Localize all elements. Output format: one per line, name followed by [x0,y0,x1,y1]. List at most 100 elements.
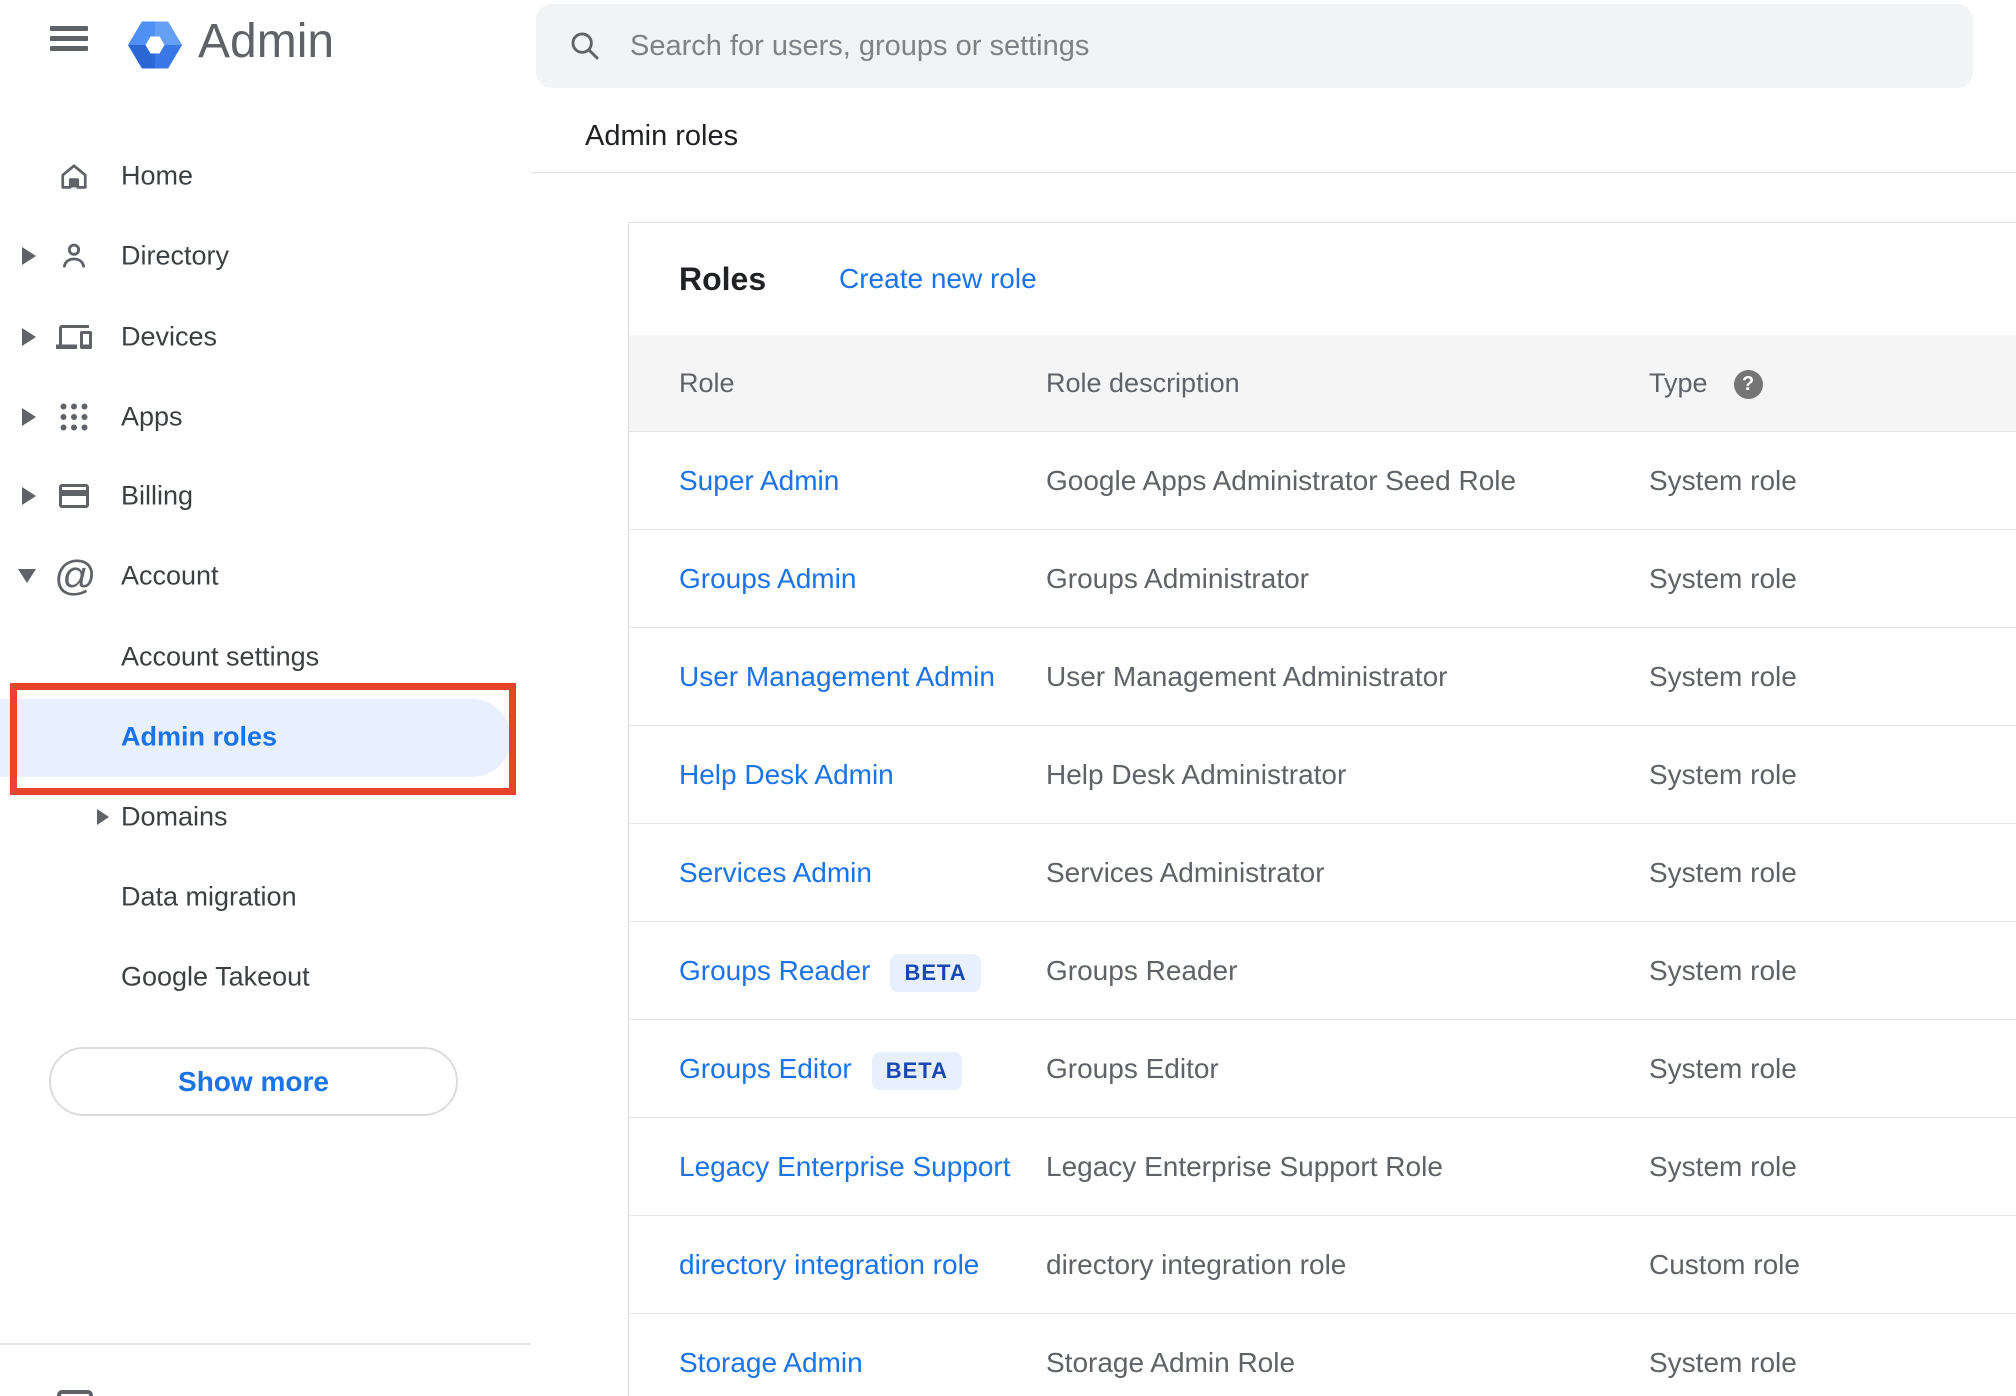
role-description: Groups Reader [1046,955,1238,986]
account-at-icon: @ [54,552,97,599]
sidebar-item-label: Apps [121,401,183,432]
admin-console-page: Admin Home Directory Devices Apps Billin… [0,0,2016,1396]
home-icon [56,158,92,194]
table-row: Groups Editor BETA Groups Editor System r… [629,1020,2016,1118]
admin-logo-icon [128,21,182,69]
table-row: Help Desk Admin Help Desk Administrator … [629,726,2016,824]
sidebar-item-label: Devices [121,321,218,352]
role-description: Google Apps Administrator Seed Role [1046,465,1517,496]
role-link[interactable]: Groups Editor [679,1053,852,1084]
sidebar: Admin Home Directory Devices Apps Billin… [0,0,531,1396]
sidebar-item-domains[interactable]: Domains [0,777,531,857]
role-description: Groups Editor [1046,1053,1219,1084]
roles-card-header: Roles Create new role [629,223,2016,335]
sidebar-item-apps[interactable]: Apps [0,377,531,457]
role-type: System role [1649,1347,1797,1378]
sidebar-item-admin-roles[interactable]: Admin roles [0,697,531,777]
sidebar-item-devices[interactable]: Devices [0,297,531,377]
role-link[interactable]: Legacy Enterprise Support [679,1151,1011,1182]
beta-badge: BETA [890,953,981,992]
role-type: System role [1649,465,1797,496]
apps-grid-icon [56,399,92,435]
role-type: System role [1649,1053,1797,1084]
role-link[interactable]: Help Desk Admin [679,759,894,790]
column-header-role-description: Role description [1046,368,1240,398]
sidebar-item-label: Directory [121,240,230,271]
chevron-right-icon[interactable] [22,408,36,426]
role-description: Legacy Enterprise Support Role [1046,1151,1443,1182]
table-header-row: Role Role description Type? [629,335,2016,432]
billing-card-icon [56,478,92,514]
table-row: User Management Admin User Management Ad… [629,628,2016,726]
help-icon[interactable]: ? [1733,370,1763,400]
role-link[interactable]: directory integration role [679,1249,979,1280]
clipped-sidebar-item-icon [57,1390,93,1396]
breadcrumb: Admin roles [585,120,739,152]
directory-person-icon [56,238,92,274]
role-description: Help Desk Administrator [1046,759,1347,790]
beta-badge: BETA [871,1051,963,1090]
table-row: Groups Admin Groups Administrator System… [629,530,2016,628]
role-link[interactable]: Services Admin [679,857,872,888]
app-title: Admin [198,15,335,68]
hamburger-menu-icon[interactable] [50,26,88,52]
role-description: User Management Administrator [1046,661,1448,692]
role-type: Custom role [1649,1249,1800,1280]
devices-icon [56,319,92,355]
sidebar-item-home[interactable]: Home [0,136,531,216]
sidebar-item-data-migration[interactable]: Data migration [0,857,531,937]
show-more-button[interactable]: Show more [49,1047,458,1116]
sidebar-item-account-settings[interactable]: Account settings [0,617,531,697]
chevron-right-icon[interactable] [22,247,36,265]
table-row: Super Admin Google Apps Administrator Se… [629,432,2016,530]
role-type: System role [1649,955,1797,986]
table-row: Services Admin Services Administrator Sy… [629,824,2016,922]
sidebar-item-label: Account [121,560,219,591]
role-type: System role [1649,759,1797,790]
search-input[interactable] [630,29,1973,63]
table-row: Legacy Enterprise Support Legacy Enterpr… [629,1118,2016,1216]
role-link[interactable]: Groups Reader [679,955,870,986]
sidebar-item-label: Admin roles [121,721,278,752]
sidebar-item-label: Billing [121,480,194,511]
sidebar-item-google-takeout[interactable]: Google Takeout [0,937,531,1017]
column-header-type-label: Type [1649,368,1708,398]
table-row: Storage Admin Storage Admin Role System … [629,1314,2016,1396]
column-header-role: Role [679,368,735,398]
sidebar-item-directory[interactable]: Directory [0,216,531,296]
sidebar-item-label: Google Takeout [121,961,310,992]
sidebar-item-label: Domains [121,801,228,832]
create-new-role-link[interactable]: Create new role [839,223,1037,335]
role-description: directory integration role [1046,1249,1347,1280]
role-description: Services Administrator [1046,857,1325,888]
table-row: Groups Reader BETA Groups Reader System r… [629,922,2016,1020]
role-link[interactable]: Super Admin [679,465,839,496]
sidebar-item-billing[interactable]: Billing [0,456,531,536]
sidebar-item-label: Data migration [121,881,297,912]
chevron-down-icon[interactable] [18,569,36,583]
role-link[interactable]: Storage Admin [679,1347,863,1378]
card-title: Roles [679,261,767,297]
role-link[interactable]: User Management Admin [679,661,995,692]
roles-card: Roles Create new role Role Role descript… [628,222,2016,1396]
role-description: Groups Administrator [1046,563,1309,594]
roles-table-body: Super Admin Google Apps Administrator Se… [629,432,2016,1396]
table-row: directory integration role directory int… [629,1216,2016,1314]
sidebar-item-label: Account settings [121,641,320,672]
sidebar-item-label: Home [121,160,194,191]
role-description: Storage Admin Role [1046,1347,1296,1378]
role-link[interactable]: Groups Admin [679,563,856,594]
chevron-right-icon[interactable] [97,809,109,825]
column-header-type: Type? [1649,335,1763,432]
chevron-right-icon[interactable] [22,487,36,505]
role-type: System role [1649,661,1797,692]
role-type: System role [1649,563,1797,594]
role-type: System role [1649,857,1797,888]
sidebar-bottom-divider [0,1343,531,1345]
sidebar-item-account[interactable]: @ Account [0,536,531,616]
search-icon [571,32,599,60]
content-divider [531,172,2016,173]
role-type: System role [1649,1151,1797,1182]
search-bar[interactable] [536,4,1973,88]
chevron-right-icon[interactable] [22,328,36,346]
